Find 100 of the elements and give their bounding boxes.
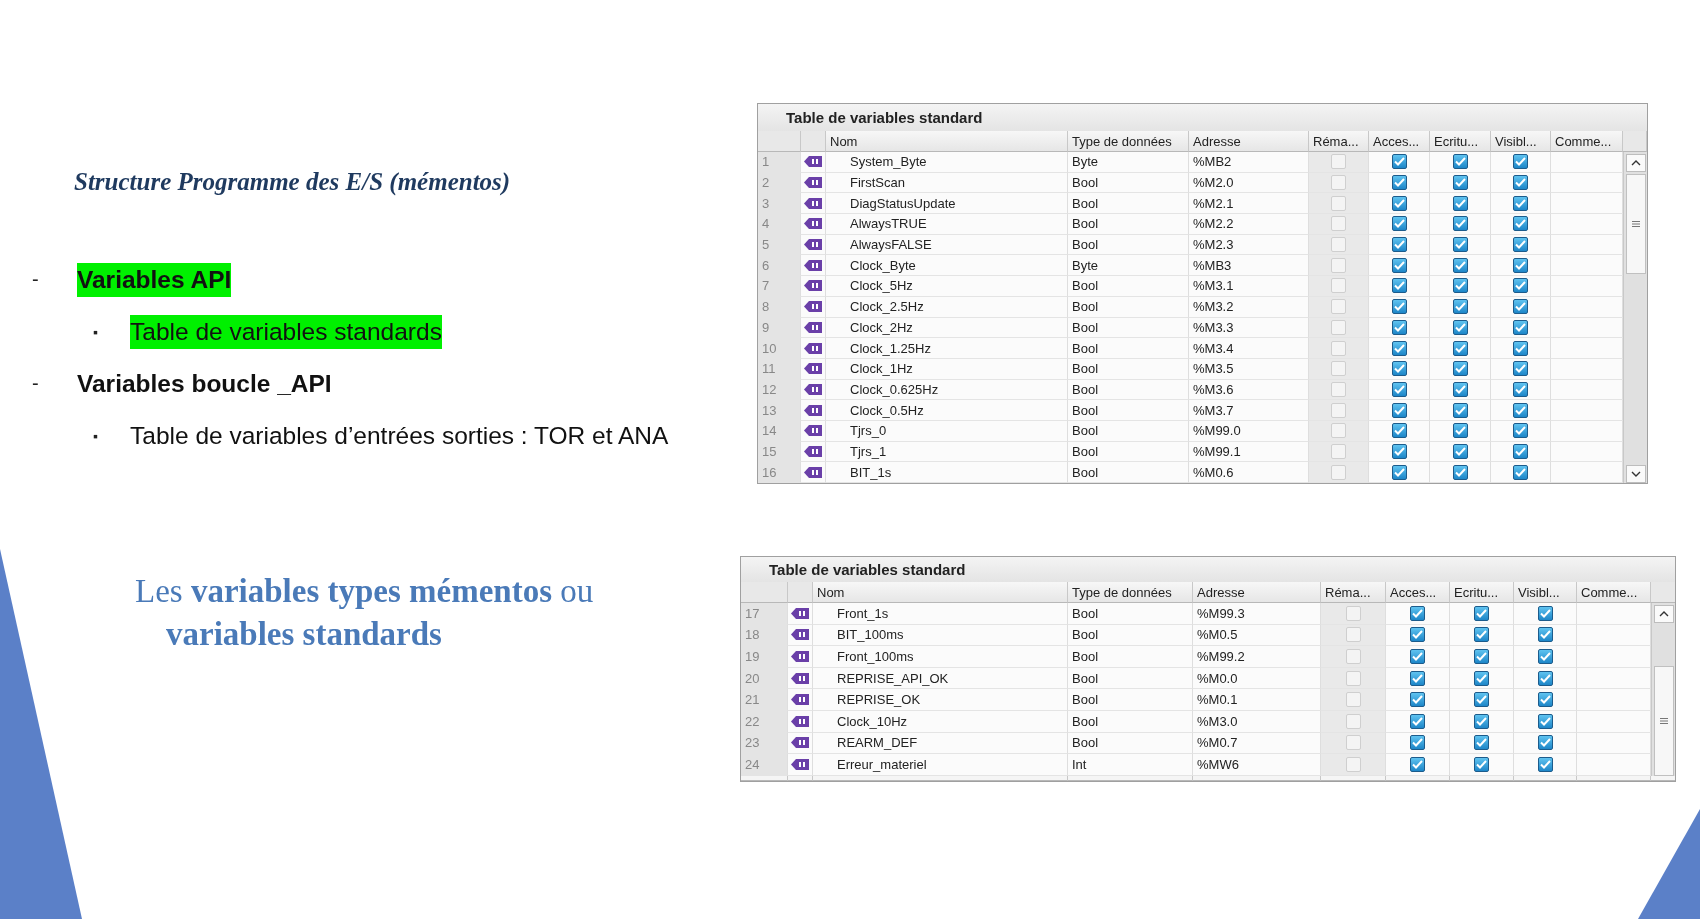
tag-icon bbox=[791, 715, 809, 727]
table-cell: Clock_Byte bbox=[826, 255, 1068, 277]
column-header[interactable]: Comme... bbox=[1551, 131, 1623, 152]
checkbox[interactable] bbox=[1513, 257, 1528, 273]
checkbox[interactable] bbox=[1513, 464, 1528, 480]
checkbox[interactable] bbox=[1452, 257, 1468, 273]
column-header[interactable]: Comme... bbox=[1577, 582, 1651, 603]
checkbox[interactable] bbox=[1537, 713, 1553, 729]
checkbox[interactable] bbox=[1391, 361, 1407, 377]
checkbox[interactable] bbox=[1452, 237, 1468, 253]
checkbox[interactable] bbox=[1391, 257, 1407, 273]
column-header[interactable]: Réma... bbox=[1321, 582, 1386, 603]
checkbox[interactable] bbox=[1474, 605, 1489, 621]
checkbox[interactable] bbox=[1474, 627, 1489, 643]
table-cell: %M2.2 bbox=[1189, 214, 1309, 235]
checkbox[interactable] bbox=[1474, 670, 1489, 686]
scroll-up-button[interactable] bbox=[1654, 605, 1674, 623]
checkbox[interactable] bbox=[1452, 278, 1468, 294]
checkbox[interactable] bbox=[1410, 605, 1425, 621]
checkbox[interactable] bbox=[1391, 154, 1407, 170]
checkbox[interactable] bbox=[1513, 216, 1528, 232]
checkbox[interactable] bbox=[1513, 340, 1528, 356]
checkbox[interactable] bbox=[1452, 216, 1468, 232]
table-cell: %M0.1 bbox=[1193, 689, 1321, 711]
scroll-down-button[interactable] bbox=[1625, 465, 1646, 483]
column-header[interactable]: Ecritu... bbox=[1430, 131, 1491, 152]
checkbox[interactable] bbox=[1452, 340, 1468, 356]
tag-icon bbox=[791, 758, 809, 770]
table-cell: Tjrs_1 bbox=[826, 441, 1068, 463]
checkbox[interactable] bbox=[1391, 278, 1407, 294]
checkbox[interactable] bbox=[1474, 649, 1489, 664]
checkbox[interactable] bbox=[1452, 423, 1468, 439]
checkbox[interactable] bbox=[1513, 154, 1528, 170]
checkbox[interactable] bbox=[1452, 154, 1468, 170]
checkbox[interactable] bbox=[1513, 423, 1528, 439]
checkbox[interactable] bbox=[1452, 299, 1468, 315]
checkbox[interactable] bbox=[1391, 299, 1407, 315]
checkbox[interactable] bbox=[1452, 464, 1468, 480]
checkbox[interactable] bbox=[1513, 299, 1528, 315]
checkbox[interactable] bbox=[1391, 237, 1407, 253]
scrollbar-thumb[interactable] bbox=[1654, 665, 1674, 776]
checkbox[interactable] bbox=[1474, 735, 1489, 751]
checkbox[interactable] bbox=[1410, 670, 1425, 686]
checkbox[interactable] bbox=[1410, 649, 1425, 664]
checkbox[interactable] bbox=[1410, 627, 1425, 643]
checkbox[interactable] bbox=[1391, 423, 1407, 439]
checkbox[interactable] bbox=[1513, 237, 1528, 253]
checkbox[interactable] bbox=[1513, 381, 1528, 397]
checkbox[interactable] bbox=[1537, 735, 1553, 751]
checkbox[interactable] bbox=[1452, 195, 1468, 211]
checkbox[interactable] bbox=[1391, 381, 1407, 397]
column-header[interactable]: Nom bbox=[826, 131, 1068, 152]
checkbox[interactable] bbox=[1410, 735, 1425, 751]
checkbox[interactable] bbox=[1474, 756, 1489, 772]
checkbox[interactable] bbox=[1391, 340, 1407, 356]
checkbox[interactable] bbox=[1474, 713, 1489, 729]
checkbox[interactable] bbox=[1537, 627, 1553, 643]
checkbox[interactable] bbox=[1452, 381, 1468, 397]
checkbox[interactable] bbox=[1537, 649, 1553, 664]
checkbox[interactable] bbox=[1452, 443, 1468, 459]
checkbox[interactable] bbox=[1537, 670, 1553, 686]
column-header[interactable]: Nom bbox=[813, 582, 1068, 603]
column-header[interactable]: Acces... bbox=[1386, 582, 1450, 603]
checkbox[interactable] bbox=[1410, 713, 1425, 729]
column-header[interactable]: Visibl... bbox=[1514, 582, 1577, 603]
checkbox[interactable] bbox=[1410, 692, 1425, 708]
checkbox[interactable] bbox=[1537, 756, 1553, 772]
checkbox[interactable] bbox=[1513, 443, 1528, 459]
checkbox[interactable] bbox=[1513, 402, 1528, 418]
column-header[interactable]: Type de données bbox=[1068, 131, 1189, 152]
checkbox[interactable] bbox=[1452, 361, 1468, 377]
checkbox[interactable] bbox=[1452, 402, 1468, 418]
checkbox[interactable] bbox=[1513, 361, 1528, 377]
checkbox[interactable] bbox=[1474, 692, 1489, 708]
checkbox[interactable] bbox=[1513, 278, 1528, 294]
checkbox[interactable] bbox=[1391, 464, 1407, 480]
scrollbar-thumb[interactable] bbox=[1625, 174, 1646, 274]
checkbox[interactable] bbox=[1391, 402, 1407, 418]
checkbox[interactable] bbox=[1513, 195, 1528, 211]
column-header[interactable]: Visibl... bbox=[1491, 131, 1551, 152]
checkbox[interactable] bbox=[1391, 175, 1407, 191]
scroll-up-button[interactable] bbox=[1625, 154, 1646, 172]
checkbox[interactable] bbox=[1391, 319, 1407, 335]
table-cell: REPRISE_API_OK bbox=[813, 667, 1068, 690]
checkbox[interactable] bbox=[1391, 216, 1407, 232]
checkbox[interactable] bbox=[1391, 195, 1407, 211]
checkbox[interactable] bbox=[1452, 175, 1468, 191]
checkbox[interactable] bbox=[1537, 692, 1553, 708]
column-header[interactable]: Type de données bbox=[1068, 582, 1193, 603]
column-header[interactable]: Adresse bbox=[1189, 131, 1309, 152]
checkbox[interactable] bbox=[1391, 443, 1407, 459]
checkbox[interactable] bbox=[1410, 756, 1425, 772]
column-header[interactable]: Ecritu... bbox=[1450, 582, 1514, 603]
column-header[interactable]: Acces... bbox=[1369, 131, 1430, 152]
checkbox[interactable] bbox=[1452, 319, 1468, 335]
column-header[interactable]: Réma... bbox=[1309, 131, 1369, 152]
checkbox[interactable] bbox=[1537, 605, 1553, 621]
checkbox[interactable] bbox=[1513, 175, 1528, 191]
column-header[interactable]: Adresse bbox=[1193, 582, 1321, 603]
checkbox[interactable] bbox=[1513, 319, 1528, 335]
